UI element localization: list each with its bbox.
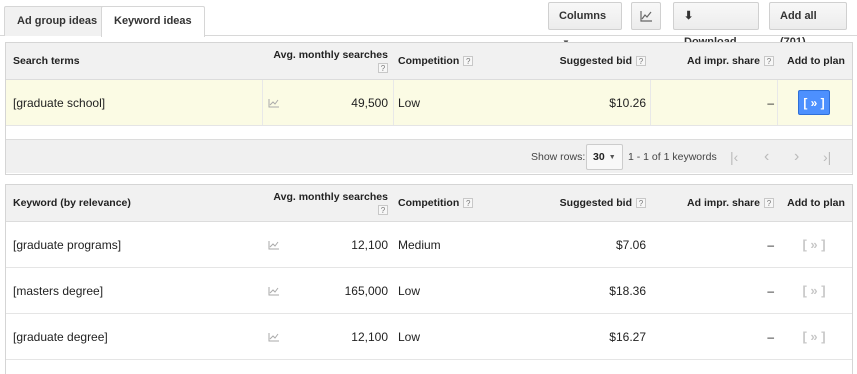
col-impr-label: Ad impr. share [687, 197, 760, 209]
add-icon: [ » ] [798, 90, 830, 115]
impr-share-value: – [767, 283, 774, 298]
show-rows-label: Show rows: [531, 150, 586, 163]
tab-keyword-ideas[interactable]: Keyword ideas [101, 6, 205, 37]
competition-value: Low [398, 329, 421, 344]
prev-page-icon[interactable]: ‹ [764, 140, 769, 173]
col-impr-label: Ad impr. share [687, 55, 760, 67]
trend-chart-icon[interactable] [268, 80, 280, 125]
suggested-bid-value: $10.26 [609, 95, 646, 110]
col-suggested-bid: Suggested bid ? [526, 43, 646, 79]
col-avg-label: Avg. monthly searches [273, 191, 388, 203]
add-all-button[interactable]: Add all (701) [769, 2, 847, 48]
col-avg-monthly: Avg. monthly searches ? [264, 43, 388, 79]
help-icon[interactable]: ? [636, 56, 646, 66]
trend-chart-icon[interactable] [268, 314, 280, 359]
impr-share-value: – [767, 329, 774, 344]
keyword-text: [graduate degree] [13, 329, 108, 344]
col-avg-monthly: Avg. monthly searches ? [264, 185, 388, 221]
col-keyword: Keyword (by relevance) [13, 197, 131, 209]
table-row: [graduate degree] 12,100 Low $16.27 – [ … [6, 314, 852, 360]
rows-per-page-select[interactable]: 30 ▼ [586, 144, 623, 170]
search-terms-panel: Search terms Avg. monthly searches ? Com… [5, 42, 853, 175]
download-icon: ⬇ [684, 10, 694, 22]
competition-value: Low [398, 283, 421, 298]
col-add-to-plan: Add to plan [787, 197, 845, 209]
rows-per-page-value: 30 [593, 151, 605, 163]
last-page-icon[interactable]: ›| [823, 140, 831, 173]
keyword-text: [graduate programs] [13, 237, 122, 252]
trend-chart-icon[interactable] [268, 222, 280, 267]
help-icon[interactable]: ? [636, 198, 646, 208]
col-ad-impr-share: Ad impr. share ? [651, 185, 774, 221]
search-terms-header: Search terms Avg. monthly searches ? Com… [6, 43, 852, 80]
pagination-bar: Show rows: 30 ▼ 1 - 1 of 1 keywords |‹ ‹… [6, 139, 852, 173]
tab-ad-group-ideas[interactable]: Ad group ideas [4, 6, 111, 36]
add-icon: [ » ] [802, 237, 826, 252]
col-ad-impr-share: Ad impr. share ? [651, 43, 774, 79]
line-chart-icon [640, 11, 652, 22]
avg-searches-value: 49,500 [351, 95, 388, 110]
keyword-text: [masters degree] [13, 283, 104, 298]
first-page-icon[interactable]: |‹ [730, 140, 738, 173]
table-row: [masters degree] 165,000 Low $18.36 – [ … [6, 268, 852, 314]
competition-value: Medium [398, 237, 441, 252]
col-suggested-bid: Suggested bid ? [526, 185, 646, 221]
add-to-plan-button[interactable]: [ » ] [798, 314, 830, 359]
chart-toggle-button[interactable] [631, 2, 661, 30]
add-to-plan-button[interactable]: [ » ] [798, 80, 830, 125]
impr-share-value: – [767, 95, 774, 110]
col-competition: Competition ? [398, 185, 474, 221]
help-icon[interactable]: ? [378, 63, 388, 73]
suggested-bid-value: $18.36 [609, 283, 646, 298]
suggested-bid-value: $16.27 [609, 329, 646, 344]
next-page-icon[interactable]: › [794, 140, 799, 173]
help-icon[interactable]: ? [764, 198, 774, 208]
keyword-text: [graduate school] [13, 95, 106, 110]
table-row: [graduate programs] 12,100 Medium $7.06 … [6, 222, 852, 268]
columns-button[interactable]: Columns ▼ [548, 2, 622, 47]
avg-searches-value: 12,100 [351, 329, 388, 344]
help-icon[interactable]: ? [378, 205, 388, 215]
add-to-plan-button[interactable]: [ » ] [798, 222, 830, 267]
columns-label: Columns [559, 10, 607, 22]
table-row: [graduate school] 49,500 Low $10.26 – [ … [6, 80, 852, 126]
col-bid-label: Suggested bid [559, 55, 632, 67]
download-button[interactable]: ⬇ Download [673, 2, 759, 48]
avg-searches-value: 12,100 [351, 237, 388, 252]
help-icon[interactable]: ? [764, 56, 774, 66]
col-add-to-plan: Add to plan [787, 55, 845, 67]
help-icon[interactable]: ? [463, 198, 474, 208]
col-search-terms: Search terms [13, 55, 80, 67]
add-icon: [ » ] [802, 283, 826, 298]
suggested-bid-value: $7.06 [615, 237, 646, 252]
impr-share-value: – [767, 237, 774, 252]
add-icon: [ » ] [802, 329, 826, 344]
avg-searches-value: 165,000 [344, 283, 388, 298]
competition-value: Low [398, 95, 421, 110]
trend-chart-icon[interactable] [268, 268, 280, 313]
col-bid-label: Suggested bid [559, 197, 632, 209]
col-competition-label: Competition [398, 55, 460, 67]
chevron-down-icon: ▼ [608, 153, 616, 161]
col-competition-label: Competition [398, 197, 460, 209]
keyword-ideas-panel: Keyword (by relevance) Avg. monthly sear… [5, 184, 853, 374]
add-to-plan-button[interactable]: [ » ] [798, 268, 830, 313]
col-avg-label: Avg. monthly searches [273, 49, 388, 61]
keyword-ideas-header: Keyword (by relevance) Avg. monthly sear… [6, 185, 852, 222]
col-competition: Competition ? [398, 43, 474, 79]
top-toolbar: Ad group ideas Keyword ideas Columns ▼ ⬇… [0, 0, 857, 48]
page-range: 1 - 1 of 1 keywords [628, 150, 717, 163]
help-icon[interactable]: ? [463, 56, 474, 66]
